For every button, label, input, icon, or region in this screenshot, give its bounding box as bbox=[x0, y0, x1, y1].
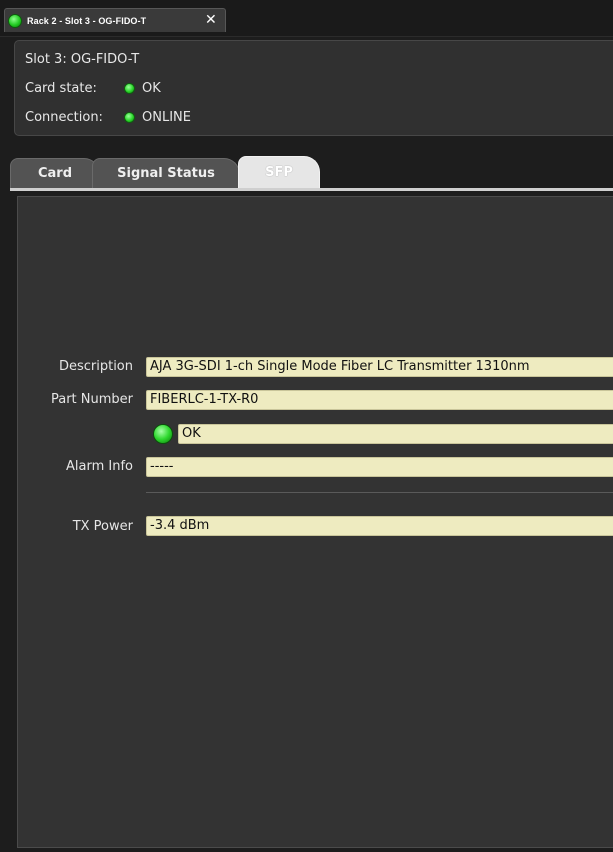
tab-sfp-label: SFP bbox=[265, 165, 293, 180]
alarm-info-label: Alarm Info bbox=[66, 459, 133, 474]
card-state-led-icon bbox=[124, 83, 135, 94]
tab-signal-status-label: Signal Status bbox=[117, 166, 215, 181]
connection-led-icon bbox=[124, 112, 135, 123]
part-number-field[interactable]: FIBERLC-1-TX-R0 bbox=[146, 390, 613, 410]
sfp-status-led-icon bbox=[153, 424, 173, 444]
divider bbox=[146, 492, 613, 493]
window-tab-bar: Rack 2 - Slot 3 - OG-FIDO-T ✕ bbox=[0, 0, 613, 37]
window-tab[interactable]: Rack 2 - Slot 3 - OG-FIDO-T ✕ bbox=[4, 8, 226, 32]
tx-power-label: TX Power bbox=[72, 519, 133, 534]
connection-label: Connection: bbox=[25, 110, 103, 125]
tab-bar: Card Signal Status SFP bbox=[0, 150, 613, 190]
tab-underline bbox=[10, 188, 613, 191]
description-field[interactable]: AJA 3G-SDI 1-ch Single Mode Fiber LC Tra… bbox=[146, 357, 613, 377]
connection-value: ONLINE bbox=[142, 110, 191, 125]
tab-card[interactable]: Card bbox=[10, 158, 100, 188]
tab-signal-status[interactable]: Signal Status bbox=[92, 158, 240, 188]
sfp-status-field[interactable]: OK bbox=[178, 424, 613, 444]
card-state-label: Card state: bbox=[25, 81, 97, 96]
card-state-value: OK bbox=[142, 81, 161, 96]
tab-sfp[interactable]: SFP bbox=[238, 156, 320, 188]
close-icon[interactable]: ✕ bbox=[205, 12, 217, 28]
window-tab-title: Rack 2 - Slot 3 - OG-FIDO-T bbox=[27, 15, 147, 26]
tab-card-label: Card bbox=[37, 166, 73, 181]
slot-title: Slot 3: OG-FIDO-T bbox=[25, 52, 140, 67]
tx-power-field[interactable]: -3.4 dBm bbox=[146, 516, 613, 536]
alarm-info-field[interactable]: ----- bbox=[146, 457, 613, 477]
part-number-label: Part Number bbox=[50, 392, 133, 407]
card-info-panel: Slot 3: OG-FIDO-T Card state: OK Connect… bbox=[14, 40, 613, 136]
status-led-icon bbox=[8, 13, 22, 28]
description-label: Description bbox=[58, 359, 133, 374]
